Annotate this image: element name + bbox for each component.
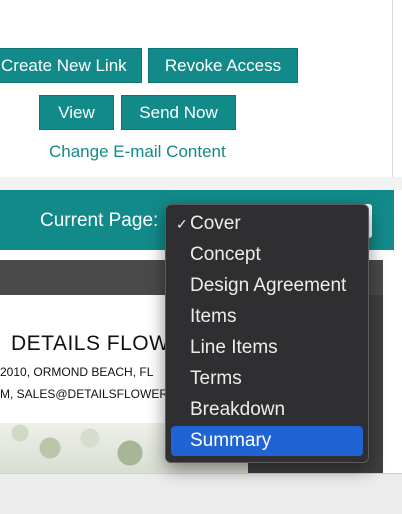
view-button[interactable]: View: [39, 95, 114, 130]
menu-item-summary[interactable]: Summary: [171, 426, 363, 456]
document-contact: M, SALES@DETAILSFLOWERS: [0, 387, 176, 401]
menu-item-design-agreement[interactable]: Design Agreement: [171, 271, 363, 301]
menu-item-label: Items: [190, 306, 237, 327]
menu-item-breakdown[interactable]: Breakdown: [171, 395, 363, 425]
page-dropdown-menu: ✓ Cover Concept Design Agreement Items L…: [165, 204, 369, 463]
menu-item-label: Line Items: [190, 337, 278, 358]
menu-item-label: Terms: [190, 368, 242, 389]
revoke-access-button[interactable]: Revoke Access: [148, 48, 298, 83]
menu-item-terms[interactable]: Terms: [171, 364, 363, 394]
section-divider: [0, 177, 402, 190]
menu-item-label: Summary: [190, 430, 272, 451]
create-new-link-button[interactable]: Create New Link: [0, 48, 142, 83]
menu-item-items[interactable]: Items: [171, 302, 363, 332]
document-address: 2010, ORMOND BEACH, FL: [0, 365, 154, 379]
menu-item-line-items[interactable]: Line Items: [171, 333, 363, 363]
menu-item-label: Cover: [190, 213, 241, 234]
document-title: DETAILS FLOW: [11, 332, 170, 355]
menu-item-concept[interactable]: Concept: [171, 240, 363, 270]
menu-item-label: Design Agreement: [190, 275, 347, 296]
current-page-label: Current Page:: [40, 210, 159, 231]
menu-item-cover[interactable]: ✓ Cover: [171, 209, 363, 239]
menu-item-label: Concept: [190, 244, 261, 265]
change-email-content-link[interactable]: Change E-mail Content: [49, 142, 226, 162]
bottom-bar: [0, 473, 402, 514]
menu-item-label: Breakdown: [190, 399, 286, 420]
send-now-button[interactable]: Send Now: [121, 95, 236, 130]
checkmark-icon: ✓: [176, 216, 188, 232]
